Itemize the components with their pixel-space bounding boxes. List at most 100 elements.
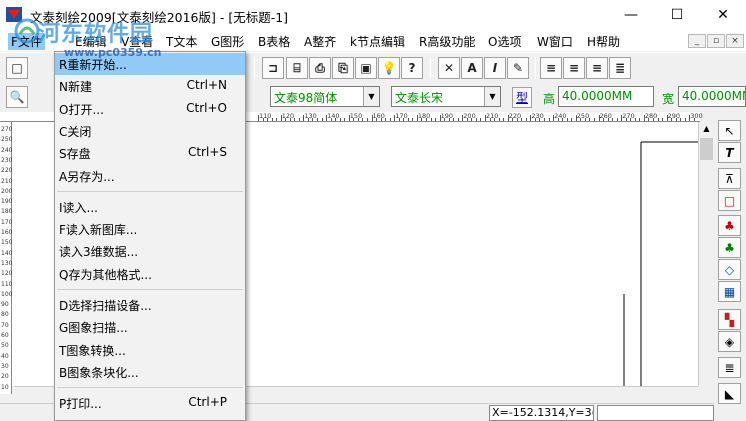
menu-help[interactable]: H帮助 (587, 33, 620, 50)
mdi-close-button[interactable]: × (726, 34, 744, 48)
ruler-minor-tick (525, 118, 527, 121)
mdi-restore-button[interactable]: ▫ (707, 34, 725, 48)
ruler-minor-tick (589, 118, 591, 121)
file-menu-item[interactable]: P打印... Ctrl+P (55, 392, 245, 414)
menu-view[interactable]: V查看 (121, 33, 153, 50)
chevron-down-icon[interactable]: ▼ (484, 87, 500, 106)
ruler-minor-tick (648, 118, 650, 121)
menu-text[interactable]: T文本 (166, 33, 197, 50)
ruler-minor-tick (616, 118, 618, 121)
node-tool-icon[interactable]: ⊼ (718, 168, 741, 189)
menu-align[interactable]: A整齐 (304, 33, 336, 50)
ruler-label: 20 (1, 373, 9, 381)
align-left-icon[interactable]: ≡ (540, 57, 562, 79)
color-palette-icon[interactable]: ▚ (718, 309, 741, 330)
fill-icon[interactable]: ◈ (718, 331, 741, 352)
file-menu-item[interactable]: F读入新图库... (55, 218, 245, 240)
menu-file[interactable]: F文件 (8, 33, 45, 50)
file-menu-item[interactable]: Y打印预览 (55, 415, 245, 421)
file-menu-item[interactable]: A另存为... (55, 165, 245, 187)
ruler-label: 240 (554, 112, 567, 120)
text-a-icon[interactable]: A (461, 57, 483, 79)
calendar-icon[interactable]: ⌸ (286, 57, 308, 79)
ruler-minor-tick (276, 118, 278, 121)
transform-icon[interactable]: ◇ (718, 259, 741, 280)
justify-icon[interactable]: ≣ (609, 57, 631, 79)
menu-node-edit[interactable]: k节点编辑 (350, 33, 405, 50)
table-icon[interactable]: ▦ (718, 281, 741, 302)
file-menu-item-label: F读入新图库... (59, 223, 138, 238)
mdi-minimize-button[interactable]: _ (688, 34, 706, 48)
ruler-label: 200 (1, 187, 13, 195)
minimize-button[interactable]: — (608, 0, 654, 30)
ruler-minor-tick (285, 118, 287, 121)
close-button[interactable]: ✕ (700, 0, 746, 30)
ruler-minor-tick (534, 118, 536, 121)
ruler-minor-tick (312, 118, 314, 121)
lightbulb-icon[interactable]: 💡 (378, 57, 400, 79)
zoom-icon[interactable]: 🔍 (6, 86, 28, 108)
ruler-minor-tick (289, 118, 291, 121)
ruler-label: 120 (281, 112, 295, 120)
file-menu-item[interactable]: C关闭 (55, 120, 245, 142)
menu-advanced[interactable]: R高级功能 (419, 33, 475, 50)
file-menu-item[interactable]: Q存为其他格式... (55, 263, 245, 285)
app-logo-icon (6, 7, 22, 22)
toolbar-separator (254, 57, 255, 79)
file-menu-item[interactable]: N新建 Ctrl+N (55, 75, 245, 97)
ruler-label: 30 (1, 362, 9, 370)
width-input[interactable]: 40.0000MM (678, 86, 746, 107)
edit-icon[interactable]: ✎ (507, 57, 529, 79)
scan-icon[interactable]: ⊐ (262, 57, 284, 79)
font-en-select[interactable]: 文泰长宋 ▼ (391, 86, 501, 107)
new-doc-icon[interactable]: □ (6, 57, 28, 79)
ruler-minor-tick (584, 118, 586, 121)
file-menu-item-label: G图象扫描... (59, 321, 128, 336)
align-center-icon[interactable]: ≡ (563, 57, 585, 79)
italic-i-icon[interactable]: I (484, 57, 506, 79)
ruler-minor-tick (403, 118, 405, 121)
menu-options[interactable]: O选项 (488, 33, 521, 50)
height-input[interactable]: 40.0000MM (558, 86, 654, 107)
style-button[interactable]: 型 (512, 87, 533, 108)
print-preview-icon[interactable]: ⎘ (332, 57, 354, 79)
file-menu-item[interactable]: G图象扫描... (55, 316, 245, 338)
file-menu-item[interactable]: T图象转换... (55, 339, 245, 361)
align-right-icon[interactable]: ≡ (586, 57, 608, 79)
file-menu-item[interactable]: B图象条块化... (55, 361, 245, 383)
menu-graphics[interactable]: G图形 (211, 33, 244, 50)
list-icon[interactable]: ≣ (718, 357, 741, 378)
frame-icon[interactable]: ▣ (355, 57, 377, 79)
ruler-minor-tick (607, 118, 609, 121)
maximize-button[interactable]: ☐ (654, 0, 700, 30)
text-tool-icon[interactable]: T (718, 142, 741, 163)
ruler-label: 160 (372, 112, 385, 120)
corner-icon[interactable]: ◣ (718, 383, 741, 404)
file-menu-item[interactable]: S存盘 Ctrl+S (55, 142, 245, 164)
menu-window[interactable]: W窗口 (537, 33, 573, 50)
font-cn-select[interactable]: 文泰98简体 ▼ (270, 86, 380, 107)
vertical-scrollbar[interactable]: ▲ (698, 122, 714, 386)
rectangle-icon[interactable]: □ (718, 190, 741, 211)
scroll-thumb[interactable] (700, 138, 713, 160)
menu-table[interactable]: B表格 (258, 33, 290, 50)
align-icon[interactable]: ✕ (438, 57, 460, 79)
cherry-multi-icon[interactable]: ♣ (718, 237, 741, 258)
ruler-label: 230 (1, 156, 13, 164)
font-en-value: 文泰长宋 (395, 91, 444, 105)
menu-edit[interactable]: E编辑 (75, 33, 107, 50)
file-menu-item[interactable]: 读入3维数据... (55, 240, 245, 262)
ruler-label: 140 (327, 112, 340, 120)
file-menu-item[interactable]: D选择扫描设备... (55, 294, 245, 316)
chevron-down-icon[interactable]: ▼ (363, 87, 379, 106)
cherry-icon[interactable]: ♣ (718, 215, 741, 236)
scroll-up-icon[interactable]: ▲ (700, 124, 713, 136)
pointer-icon[interactable]: ↖ (718, 120, 741, 141)
printer-icon[interactable]: ⎙ (309, 57, 331, 79)
ruler-minor-tick (516, 118, 518, 121)
file-menu-item[interactable]: O打开... Ctrl+O (55, 98, 245, 120)
ruler-label: 150 (349, 112, 363, 120)
file-menu-item[interactable]: R重新开始... (55, 53, 245, 75)
help-icon[interactable]: ? (401, 57, 423, 79)
file-menu-item[interactable]: I读入... (55, 196, 245, 218)
